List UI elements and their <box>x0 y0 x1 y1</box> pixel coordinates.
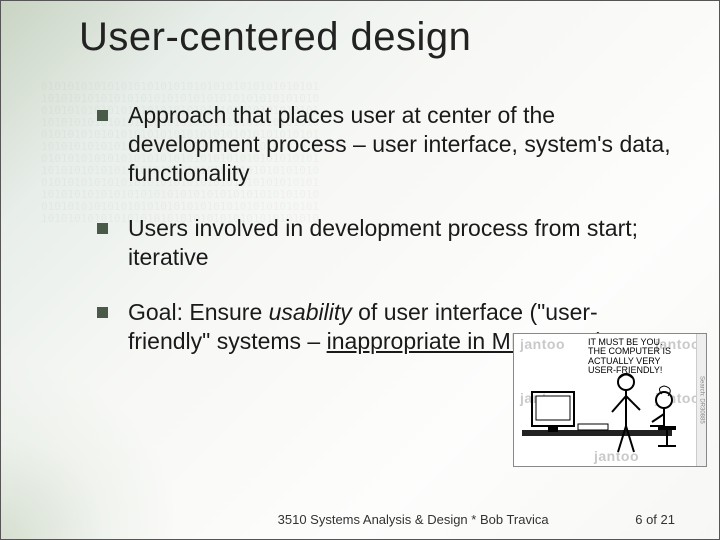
slide-title: User-centered design <box>79 15 471 60</box>
square-bullet-icon <box>97 110 108 121</box>
square-bullet-icon <box>97 307 108 318</box>
footer-center-text: 3510 Systems Analysis & Design * Bob Tra… <box>191 512 635 527</box>
page-number: 6 of 21 <box>635 512 683 527</box>
bullet-item: Users involved in development process fr… <box>97 214 671 272</box>
slide: 0101010101010101010101010101010101010101… <box>0 0 720 540</box>
square-bullet-icon <box>97 223 108 234</box>
bullet-text: Users involved in development process fr… <box>128 214 671 272</box>
bullet-text: Approach that places user at center of t… <box>128 101 671 188</box>
cartoon-image: jantoo jantoo jantoo jantoo jantoo IT MU… <box>513 333 707 467</box>
bullet-item: Approach that places user at center of t… <box>97 101 671 188</box>
cartoon-drawing <box>514 334 698 468</box>
slide-footer: 3510 Systems Analysis & Design * Bob Tra… <box>1 512 719 527</box>
